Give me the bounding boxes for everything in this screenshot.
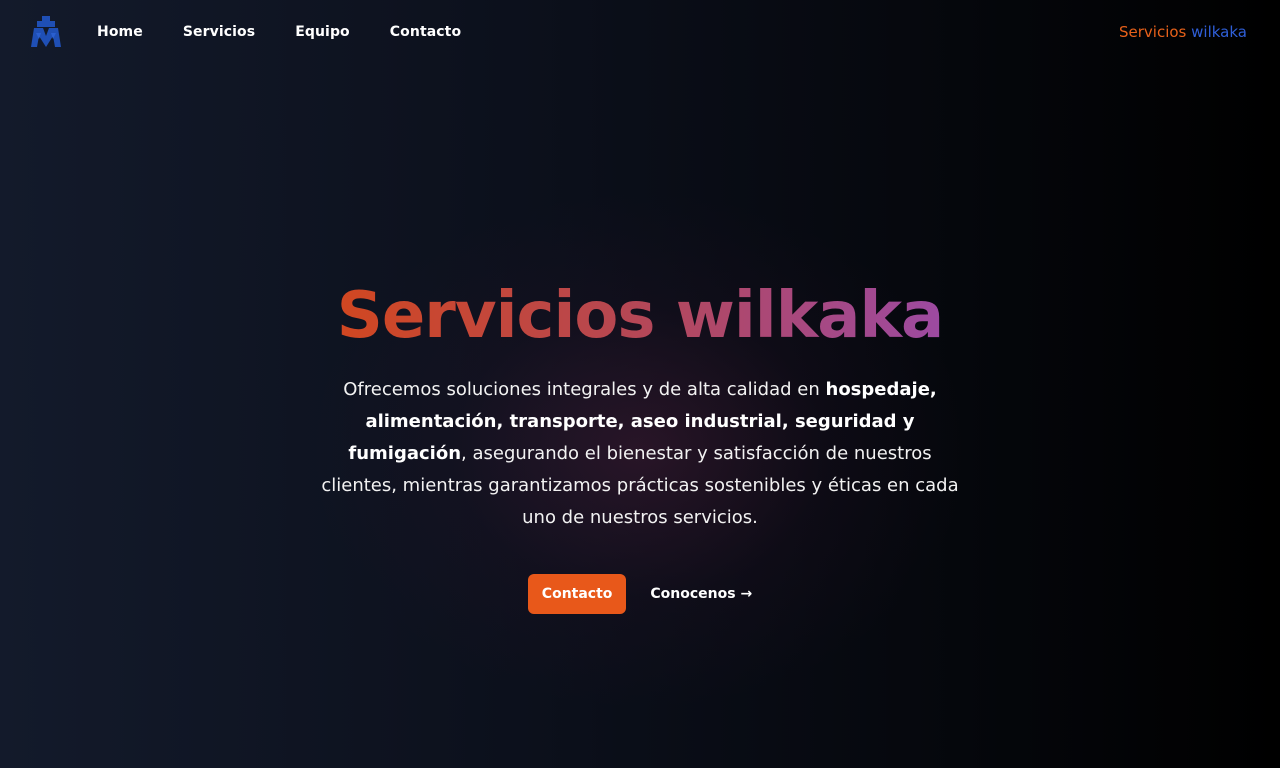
nav-servicios[interactable]: Servicios xyxy=(183,22,255,42)
conocenos-link[interactable]: Conocenos → xyxy=(650,574,752,614)
brand-word-servicios: Servicios xyxy=(1119,23,1187,41)
hero-description: Ofrecemos soluciones integrales y de alt… xyxy=(320,374,960,534)
nav-equipo[interactable]: Equipo xyxy=(295,22,350,42)
brand-wordmark[interactable]: Servicios wilkaka xyxy=(1119,22,1247,42)
wilkaka-logo-icon[interactable] xyxy=(31,16,61,48)
hero-title: Servicios wilkaka xyxy=(310,272,970,360)
nav-contacto[interactable]: Contacto xyxy=(390,22,461,42)
hero-desc-intro: Ofrecemos soluciones integrales y de alt… xyxy=(343,379,826,400)
brand-word-wilkaka: wilkaka xyxy=(1191,23,1247,41)
nav-home[interactable]: Home xyxy=(97,22,143,42)
contacto-button[interactable]: Contacto xyxy=(527,574,627,614)
top-navbar: Home Servicios Equipo Contacto Servicios… xyxy=(0,0,1280,64)
main-nav: Home Servicios Equipo Contacto xyxy=(97,22,461,42)
hero-actions: Contacto Conocenos → xyxy=(310,574,970,614)
hero-section: Servicios wilkaka Ofrecemos soluciones i… xyxy=(310,272,970,614)
